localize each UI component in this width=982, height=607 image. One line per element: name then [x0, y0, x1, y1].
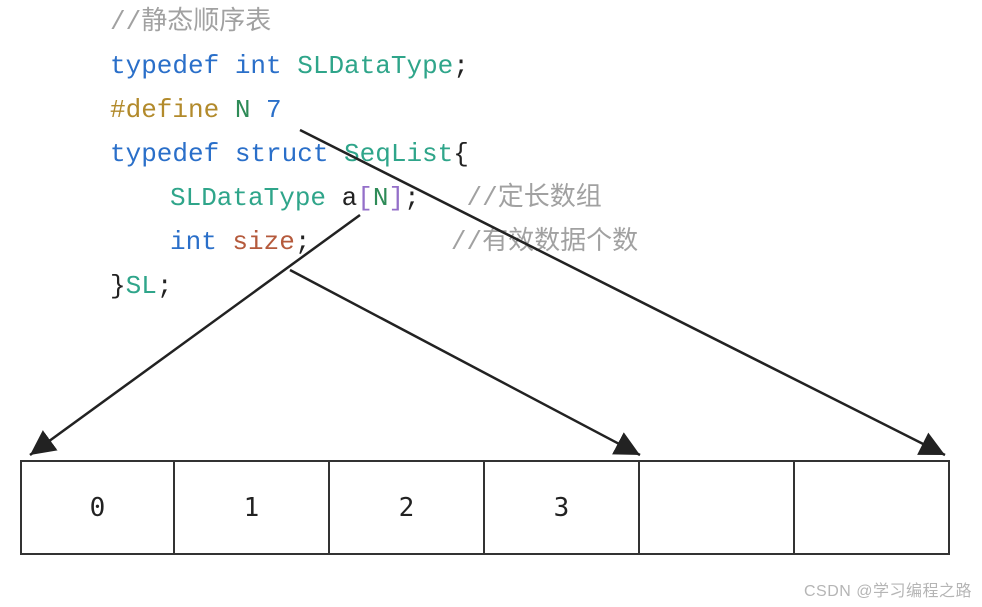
- code-line-1: //静态顺序表: [110, 0, 638, 44]
- array-cell-3: 3: [485, 460, 640, 555]
- watermark: CSDN @学习编程之路: [804, 577, 972, 601]
- type-sldatatype: SLDataType: [282, 51, 454, 81]
- space2: [217, 227, 233, 257]
- var-size: size: [232, 227, 294, 257]
- kw-typedef2: typedef: [110, 139, 219, 169]
- semicolon2: ;: [404, 183, 420, 213]
- comment-valid-count: //有效数据个数: [451, 227, 638, 257]
- code-line-3: #define N 7: [110, 88, 638, 132]
- code-line-7: }SL;: [110, 264, 638, 308]
- array-cell-0: 0: [20, 460, 175, 555]
- typedef-alias-sl: SL: [126, 271, 157, 301]
- macro-name-n: N: [219, 95, 250, 125]
- array-cell-1: 1: [175, 460, 330, 555]
- array-table: 0 1 2 3: [20, 460, 950, 555]
- array-cell-2: 2: [330, 460, 485, 555]
- lbracket: [: [357, 183, 373, 213]
- comment-fixed-array: //定长数组: [467, 183, 602, 213]
- macro-n-ref: N: [373, 183, 389, 213]
- rbracket: ]: [388, 183, 404, 213]
- space: [326, 183, 342, 213]
- semicolon: ;: [453, 51, 469, 81]
- code-line-4: typedef struct SeqList{: [110, 132, 638, 176]
- preproc-define: #define: [110, 95, 219, 125]
- type-seqlist: SeqList: [328, 139, 453, 169]
- code-line-2: typedef int SLDataType;: [110, 44, 638, 88]
- comment-static-seqlist: //静态顺序表: [110, 7, 271, 37]
- code-line-6: int size; //有效数据个数: [110, 220, 638, 264]
- code-block: //静态顺序表 typedef int SLDataType; #define …: [110, 0, 638, 308]
- kw-int2: int: [170, 227, 217, 257]
- semicolon3: ;: [295, 227, 311, 257]
- brace-open: {: [453, 139, 469, 169]
- semicolon4: ;: [157, 271, 173, 301]
- type-sldatatype2: SLDataType: [170, 183, 326, 213]
- kw-int: int: [235, 51, 282, 81]
- macro-val-7: 7: [250, 95, 281, 125]
- brace-close: }: [110, 271, 126, 301]
- array-cell-5: [795, 460, 950, 555]
- code-line-5: SLDataType a[N]; //定长数组: [110, 176, 638, 220]
- kw-typedef: typedef: [110, 51, 219, 81]
- array-cell-4: [640, 460, 795, 555]
- var-a: a: [342, 183, 358, 213]
- kw-struct: struct: [219, 139, 328, 169]
